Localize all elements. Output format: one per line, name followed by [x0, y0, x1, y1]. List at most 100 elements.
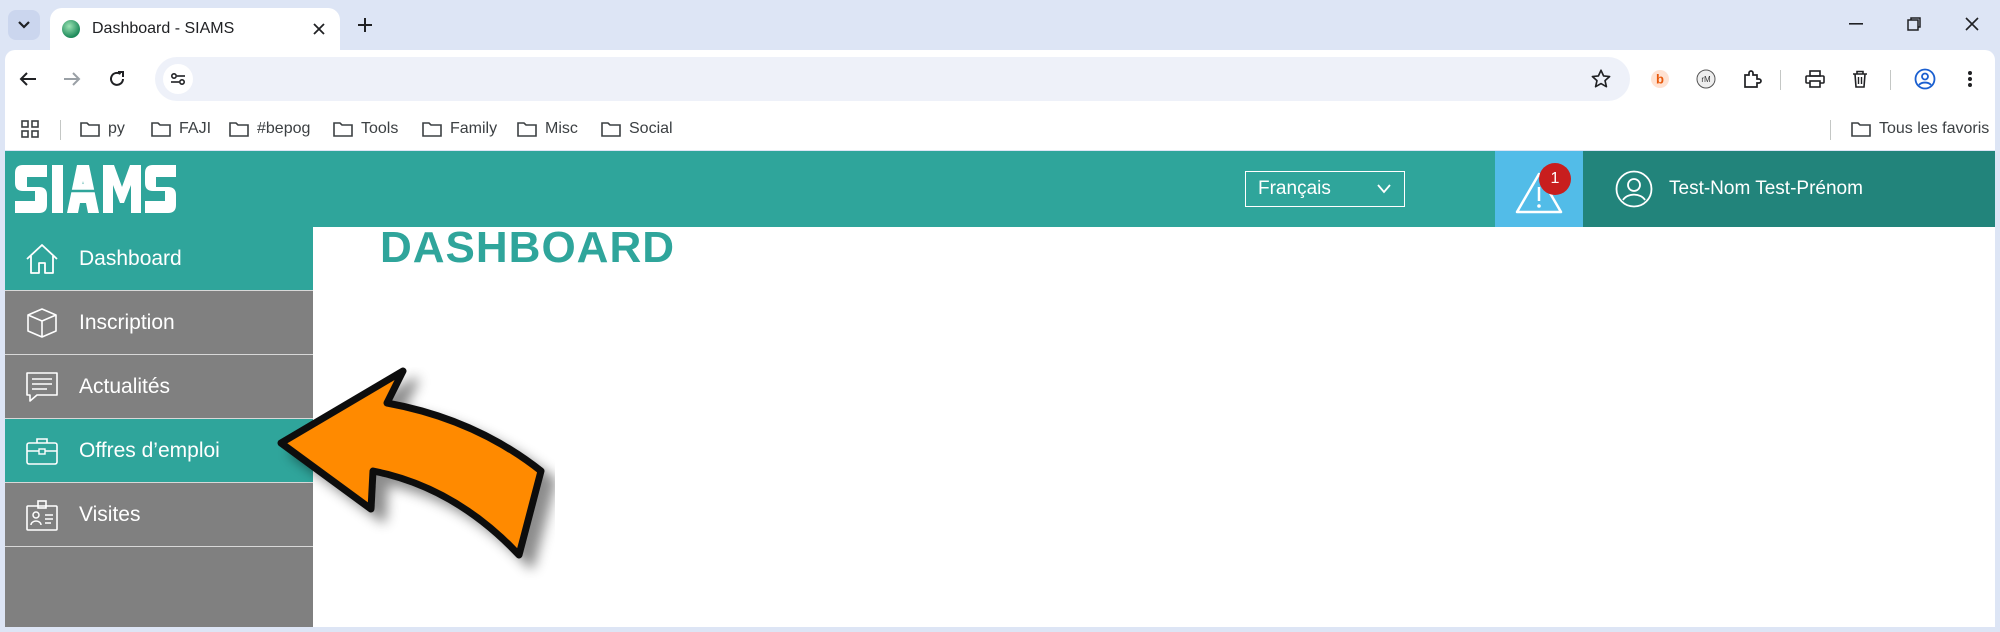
profile-icon — [1914, 68, 1936, 90]
bookmark-label: py — [108, 120, 125, 137]
bookmarks-divider — [1830, 120, 1831, 140]
toolbar-divider — [1780, 70, 1781, 90]
reload-button[interactable] — [100, 62, 134, 96]
sidebar-item-dashboard[interactable]: Dashboard — [5, 227, 313, 291]
folder-icon — [1851, 122, 1871, 137]
star-icon — [1591, 69, 1611, 88]
extension-b-icon: b — [1651, 70, 1669, 88]
minimize-icon — [1849, 23, 1863, 25]
bookmark-folder-faji[interactable]: FAJI — [151, 114, 211, 144]
folder-icon — [517, 122, 537, 137]
sidebar-item-visites[interactable]: Visites — [5, 483, 313, 547]
apps-grid-icon — [21, 120, 39, 138]
plus-icon — [358, 18, 372, 32]
page-title: DASHBOARD — [380, 223, 675, 272]
new-tab-button[interactable] — [350, 10, 380, 40]
site-header: Français 1 Test-Nom Test-Prénom — [5, 151, 1995, 227]
folder-icon — [601, 122, 621, 137]
more-vert-icon — [1968, 71, 1972, 87]
alert-count-badge: 1 — [1539, 163, 1571, 195]
close-icon — [1965, 17, 1979, 31]
print-button[interactable] — [1800, 64, 1830, 94]
tab-search-button[interactable] — [8, 10, 40, 40]
extension-b-button[interactable]: b — [1645, 64, 1675, 94]
bookmarks-divider — [60, 120, 61, 140]
sidebar: Dashboard Inscription Actualités Offres … — [5, 227, 313, 627]
forward-button[interactable] — [55, 62, 89, 96]
user-name: Test-Nom Test-Prénom — [1669, 178, 1863, 199]
folder-icon — [80, 122, 100, 137]
close-tab-button[interactable] — [306, 16, 332, 42]
bookmark-label: #bepog — [257, 120, 311, 137]
minimize-button[interactable] — [1834, 8, 1878, 40]
language-select[interactable]: Français — [1245, 171, 1405, 207]
back-button[interactable] — [11, 62, 45, 96]
user-menu[interactable]: Test-Nom Test-Prénom — [1583, 151, 1995, 227]
toolbar-divider — [1890, 70, 1891, 90]
bookmark-star-button[interactable] — [1590, 68, 1612, 95]
extension-rm-button[interactable]: rM — [1691, 64, 1721, 94]
close-window-button[interactable] — [1950, 8, 1994, 40]
address-bar[interactable] — [155, 57, 1630, 101]
news-icon — [26, 371, 58, 402]
trash-button[interactable] — [1845, 64, 1875, 94]
sidebar-item-inscription[interactable]: Inscription — [5, 291, 313, 355]
browser-tab[interactable]: Dashboard - SIAMS — [50, 8, 340, 50]
bookmark-folder-social[interactable]: Social — [601, 114, 673, 144]
browser-toolbar: b rM — [5, 50, 1995, 108]
extension-rm-icon: rM — [1696, 69, 1716, 89]
reload-icon — [110, 71, 124, 86]
folder-icon — [151, 122, 171, 137]
folder-icon — [333, 122, 353, 137]
chevron-down-icon — [1377, 184, 1391, 194]
id-card-icon — [26, 499, 58, 531]
sidebar-item-label: Inscription — [79, 310, 175, 334]
all-bookmarks-button[interactable]: Tous les favoris — [1851, 114, 1989, 144]
svg-text:b: b — [1656, 72, 1664, 87]
close-icon — [313, 23, 325, 35]
bookmark-label: Social — [629, 120, 673, 137]
restore-button[interactable] — [1892, 8, 1936, 40]
tab-title: Dashboard - SIAMS — [92, 20, 235, 37]
bookmark-folder-misc[interactable]: Misc — [517, 114, 578, 144]
alerts-button[interactable]: 1 — [1495, 151, 1583, 227]
sidebar-item-label: Dashboard — [79, 246, 182, 270]
trash-icon — [1853, 70, 1867, 88]
site-info-button[interactable] — [163, 64, 193, 94]
sidebar-item-label: Offres d’emploi — [79, 438, 220, 462]
bookmark-folder-py[interactable]: py — [80, 114, 125, 144]
bookmark-label: Misc — [545, 120, 578, 137]
sidebar-item-label: Visites — [79, 502, 141, 526]
bookmark-label: Tools — [361, 120, 399, 137]
bookmark-folder-bepog[interactable]: #bepog — [229, 114, 310, 144]
puzzle-icon — [1744, 70, 1762, 88]
restore-icon — [1907, 17, 1921, 31]
bookmark-folder-tools[interactable]: Tools — [333, 114, 398, 144]
folder-icon — [229, 122, 249, 137]
profile-button[interactable] — [1910, 64, 1940, 94]
bookmark-label: Family — [450, 120, 498, 137]
siams-logo[interactable] — [13, 161, 178, 222]
arrow-right-icon — [64, 72, 81, 86]
language-value: Français — [1258, 178, 1331, 199]
folder-icon — [422, 122, 442, 137]
briefcase-icon — [26, 437, 58, 465]
bookmark-label: FAJI — [179, 120, 212, 137]
apps-button[interactable] — [21, 114, 47, 144]
box-icon — [27, 307, 57, 338]
site-favicon-icon — [62, 20, 80, 38]
bookmarks-bar: py FAJI #bepog Tools Family Misc Social … — [5, 108, 1995, 150]
sidebar-item-label: Actualités — [79, 374, 171, 398]
extensions-button[interactable] — [1737, 64, 1767, 94]
chevron-down-icon — [18, 21, 30, 29]
bookmark-folder-family[interactable]: Family — [422, 114, 497, 144]
sidebar-item-offres-emploi[interactable]: Offres d’emploi — [5, 419, 313, 483]
orange-arrow-annotation — [277, 367, 545, 559]
sidebar-item-actualites[interactable]: Actualités — [5, 355, 313, 419]
printer-icon — [1805, 70, 1825, 88]
tune-icon — [170, 72, 186, 86]
browser-menu-button[interactable] — [1955, 64, 1985, 94]
arrow-left-icon — [19, 72, 36, 86]
user-avatar-icon — [1615, 170, 1653, 208]
siams-logo-icon — [15, 165, 176, 213]
